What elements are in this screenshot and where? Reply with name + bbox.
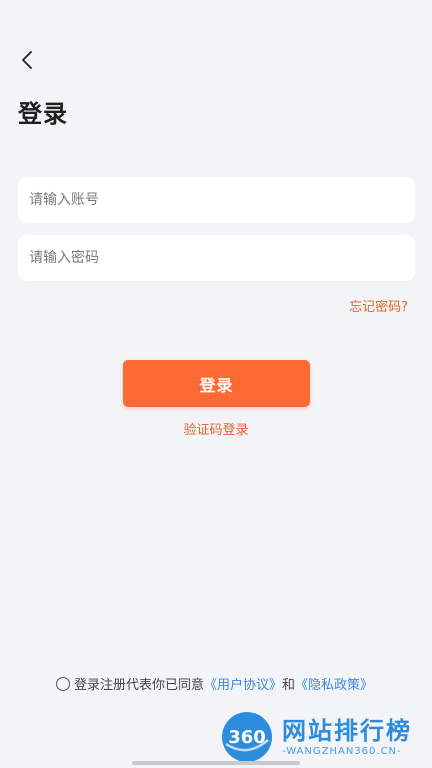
forgot-password-link[interactable]: 忘记密码? bbox=[349, 296, 408, 315]
agreement-and: 和 bbox=[282, 678, 296, 693]
login-button[interactable]: 登录 bbox=[123, 360, 310, 407]
chevron-left-icon bbox=[22, 51, 32, 69]
privacy-policy-link[interactable]: 《隐私政策》 bbox=[295, 674, 373, 693]
logo-text: 360 bbox=[228, 727, 266, 748]
watermark-title: 网站排行榜 bbox=[282, 716, 412, 745]
account-input[interactable] bbox=[18, 177, 415, 223]
agreement-radio[interactable] bbox=[56, 676, 70, 691]
watermark-subtitle: -WANGZHAN360.CN- bbox=[282, 745, 402, 757]
password-field[interactable] bbox=[18, 235, 415, 281]
agreement-prefix: 登录注册代表你已同意 bbox=[74, 678, 205, 693]
agreement-row: 登录注册代表你已同意 《用户协议》 和 《隐私政策》 bbox=[56, 674, 373, 693]
back-button[interactable] bbox=[12, 44, 44, 76]
user-agreement-link[interactable]: 《用户协议》 bbox=[204, 674, 282, 693]
360-logo-icon: 360 bbox=[222, 712, 272, 762]
password-input[interactable] bbox=[18, 235, 415, 281]
status-bar bbox=[0, 0, 432, 32]
page-title: 登录 bbox=[18, 100, 68, 128]
home-indicator bbox=[132, 761, 300, 765]
account-field[interactable] bbox=[18, 177, 415, 223]
sms-login-link[interactable]: 验证码登录 bbox=[0, 419, 432, 438]
watermark: 360 网站排行榜 -WANGZHAN360.CN- bbox=[220, 706, 432, 768]
